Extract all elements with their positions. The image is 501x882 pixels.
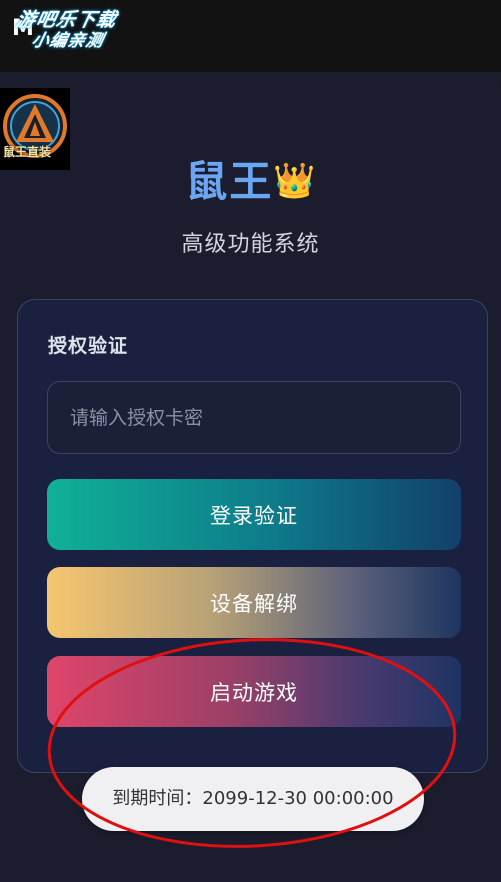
license-key-input[interactable] [47, 381, 461, 454]
launch-game-button[interactable]: 启动游戏 [47, 656, 461, 727]
top-status-bar: M 游吧乐下载 小编亲测 [0, 0, 501, 72]
header: 鼠王👑 [0, 148, 501, 209]
watermark: 游吧乐下载 小编亲测 [10, 9, 119, 52]
watermark-line1: 游吧乐下载 [14, 9, 119, 31]
auth-card-title: 授权验证 [48, 335, 129, 357]
expiry-toast: 到期时间：2099-12-30 00:00:00 [82, 767, 424, 831]
auth-card: 授权验证 登录验证 设备解绑 启动游戏 [17, 299, 488, 773]
page-subtitle: 高级功能系统 [181, 232, 320, 257]
watermark-line2: 小编亲测 [29, 31, 106, 51]
page-title: 鼠王 [185, 157, 274, 206]
device-unbind-button[interactable]: 设备解绑 [47, 567, 461, 638]
crown-icon: 👑 [273, 161, 316, 201]
login-verify-button[interactable]: 登录验证 [47, 479, 461, 550]
